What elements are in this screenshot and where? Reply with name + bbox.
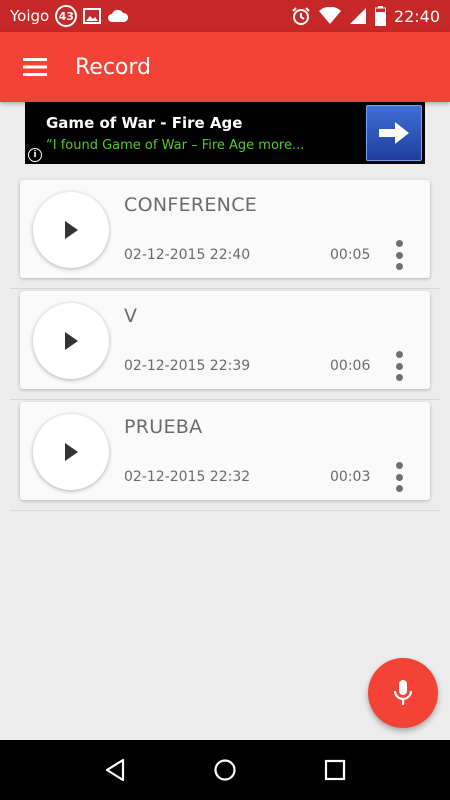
ad-arrow-button[interactable]: [366, 105, 422, 161]
ad-banner[interactable]: Game of War - Fire Age “I found Game of …: [25, 102, 425, 164]
recording-duration: 00:05: [330, 247, 371, 263]
hamburger-menu-icon[interactable]: [0, 32, 70, 102]
navigation-bar: [0, 740, 450, 800]
recording-card[interactable]: PRUEBA 02-12-2015 22:32 00:03: [20, 402, 430, 500]
play-button[interactable]: [33, 414, 109, 490]
recording-date: 02-12-2015 22:40: [124, 247, 251, 263]
back-icon[interactable]: [95, 750, 135, 790]
list-item: PRUEBA 02-12-2015 22:32 00:03: [10, 400, 440, 511]
battery-icon: [374, 6, 386, 26]
play-button[interactable]: [33, 192, 109, 268]
recordings-list: CONFERENCE 02-12-2015 22:40 00:05 V 02-1…: [10, 178, 440, 511]
status-bar: Yoigo 43 22:40: [0, 0, 450, 32]
recording-card[interactable]: CONFERENCE 02-12-2015 22:40 00:05: [20, 180, 430, 278]
recording-duration: 00:03: [330, 469, 371, 485]
page-title: Record: [75, 54, 152, 80]
recording-card[interactable]: V 02-12-2015 22:39 00:06: [20, 291, 430, 389]
app-bar: Record: [0, 32, 450, 102]
ad-title: Game of War - Fire Age: [46, 113, 243, 132]
play-icon: [65, 221, 78, 239]
recording-duration: 00:06: [330, 358, 371, 374]
list-item: CONFERENCE 02-12-2015 22:40 00:05: [10, 178, 440, 289]
play-button[interactable]: [33, 303, 109, 379]
wifi-icon: [318, 7, 341, 25]
clock-time: 22:40: [393, 6, 440, 26]
signal-icon: [349, 7, 367, 25]
list-item: V 02-12-2015 22:39 00:06: [10, 289, 440, 400]
record-fab-button[interactable]: [368, 658, 438, 728]
more-options-icon[interactable]: [389, 460, 409, 494]
microphone-icon: [393, 680, 413, 705]
more-options-icon[interactable]: [389, 238, 409, 272]
recording-name: PRUEBA: [124, 416, 203, 438]
ad-subtitle: “I found Game of War – Fire Age more...: [46, 137, 305, 153]
home-icon[interactable]: [205, 750, 245, 790]
notification-count-badge: 43: [55, 5, 78, 27]
ad-info-icon[interactable]: i: [28, 148, 42, 162]
carrier-name: Yoigo: [10, 7, 50, 25]
recording-date: 02-12-2015 22:32: [124, 469, 251, 485]
play-icon: [65, 332, 78, 350]
more-options-icon[interactable]: [389, 349, 409, 383]
recording-date: 02-12-2015 22:39: [124, 358, 251, 374]
recording-name: V: [124, 305, 138, 327]
recording-name: CONFERENCE: [124, 194, 258, 216]
alarm-icon: [291, 6, 311, 26]
image-icon: [83, 8, 102, 24]
recents-icon[interactable]: [315, 750, 355, 790]
play-icon: [65, 443, 78, 461]
cloud-icon: [107, 9, 129, 23]
